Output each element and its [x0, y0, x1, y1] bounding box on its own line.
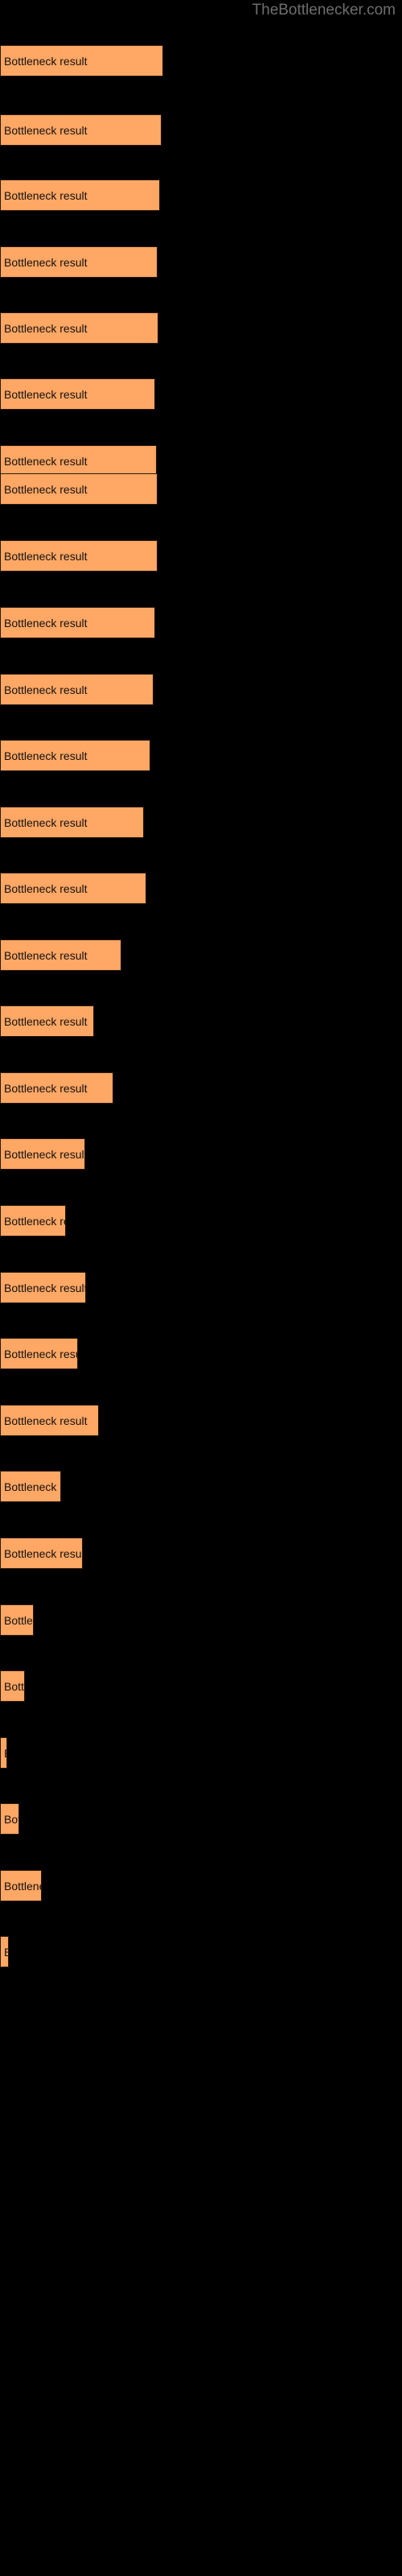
bar-label: Bottleneck result — [4, 1214, 65, 1228]
bar[interactable]: Bottleneck result — [0, 246, 158, 278]
bar[interactable]: Bottleneck result — [0, 674, 154, 705]
bar-label: Bottleneck result — [4, 1414, 88, 1427]
bar-label: Bottleneck result — [4, 1014, 88, 1028]
bar[interactable]: Bottleneck result — [0, 540, 158, 572]
bar-label: Bottleneck result — [4, 1679, 25, 1693]
bar-label: Bottleneck result — [4, 1147, 85, 1161]
bar-label: Bottleneck result — [4, 482, 88, 496]
bar-label: Bottleneck result — [4, 1081, 88, 1095]
bar[interactable]: Bottleneck result — [0, 1205, 66, 1236]
bar[interactable]: Bottleneck result — [0, 312, 158, 344]
bar-label: Bottleneck result — [4, 815, 88, 829]
bar-label: Bottleneck result — [4, 255, 88, 269]
bar-label: Bottleneck result — [4, 454, 88, 468]
bar[interactable]: Bottleneck result — [0, 1338, 78, 1369]
bar-label: Bottleneck result — [4, 683, 88, 696]
bar[interactable]: Bottleneck result — [0, 873, 146, 904]
bar[interactable]: Bottleneck result — [0, 1870, 42, 1901]
bar-label: Bottleneck result — [4, 881, 88, 895]
bar[interactable]: Bottleneck result — [0, 1072, 113, 1104]
bar-label: Bottleneck result — [4, 188, 88, 202]
bar-label: Bottleneck result — [4, 1946, 8, 1959]
bar-label: Bottleneck result — [4, 1613, 33, 1627]
bar[interactable]: Bottleneck result — [0, 607, 155, 638]
bar-label: Bottleneck result — [4, 549, 88, 563]
bar[interactable]: Bottleneck result — [0, 740, 150, 771]
bar-label: Bottleneck result — [4, 1879, 41, 1893]
bar[interactable]: Bottleneck result — [0, 180, 160, 211]
bar[interactable]: Bottleneck result — [0, 939, 121, 971]
bar-series-container: Bottleneck result Bottleneck result Bottle… — [0, 0, 402, 2576]
bar-label: Bottleneck result — [4, 1747, 6, 1760]
bar[interactable]: Bottleneck result — [0, 378, 155, 410]
bar[interactable]: Bottleneck result — [0, 1538, 83, 1569]
bar-label: Bottleneck result — [4, 616, 88, 630]
bar[interactable]: Bottleneck result — [0, 1670, 25, 1702]
bar-label: Bottleneck result — [4, 1480, 60, 1493]
bar[interactable]: Bottleneck result — [0, 445, 157, 477]
bar-label: Bottleneck result — [4, 749, 88, 762]
bar[interactable]: Bottleneck result — [0, 1138, 85, 1170]
bar[interactable]: Bottleneck result — [0, 114, 162, 146]
bar-label: Bottleneck result — [4, 948, 88, 962]
bar-label: Bottleneck result — [4, 1546, 83, 1560]
bar[interactable]: Bottleneck result — [0, 1936, 9, 1967]
bar-label: Bottleneck result — [4, 1347, 77, 1360]
bar[interactable]: Bottleneck result — [0, 1405, 99, 1436]
bar[interactable]: Bottleneck result — [0, 1005, 94, 1037]
bar[interactable]: Bottleneck result — [0, 1803, 19, 1835]
bar[interactable]: Bottleneck result — [0, 45, 163, 76]
bar[interactable]: Bottleneck result — [0, 1604, 34, 1636]
bar[interactable]: Bottleneck result — [0, 1272, 86, 1303]
bar[interactable]: Bottleneck result — [0, 1471, 61, 1502]
bar-label: Bottleneck result — [4, 1281, 86, 1294]
bar[interactable]: Bottleneck result — [0, 473, 158, 505]
bar[interactable]: Bottleneck result — [0, 1737, 7, 1769]
bottleneck-bar-chart: TheBottlenecker.com Bottleneck result Bot… — [0, 0, 402, 2576]
bar-label: Bottleneck result — [4, 321, 88, 335]
bar-label: Bottleneck result — [4, 54, 88, 68]
bar-label: Bottleneck result — [4, 1812, 18, 1826]
bar[interactable]: Bottleneck result — [0, 807, 144, 838]
bar-label: Bottleneck result — [4, 123, 88, 137]
bar-label: Bottleneck result — [4, 387, 88, 401]
